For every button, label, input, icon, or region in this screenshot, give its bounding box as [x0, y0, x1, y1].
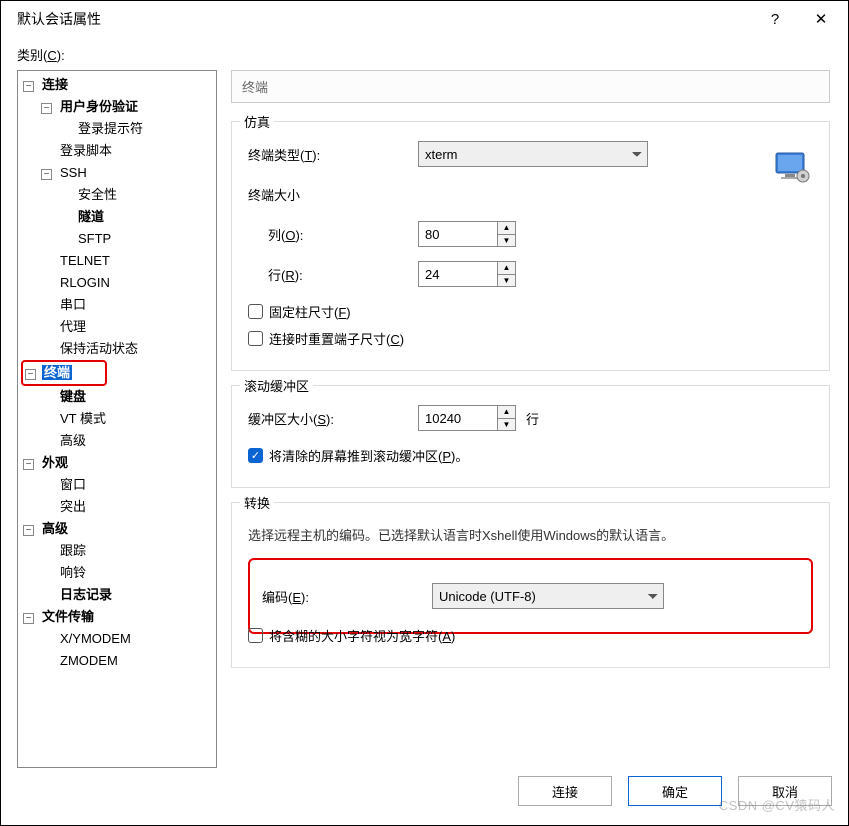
rows-input[interactable] [419, 262, 497, 286]
translate-group: 转换 选择远程主机的编码。已选择默认语言时Xshell使用Windows的默认语… [231, 502, 830, 668]
tree-bell[interactable]: 响铃 [58, 565, 88, 580]
collapse-icon[interactable]: − [23, 613, 34, 624]
ambiguous-width-checkbox[interactable] [248, 628, 263, 643]
tree-appearance[interactable]: 外观 [40, 455, 70, 470]
spin-down-icon[interactable]: ▼ [498, 235, 515, 247]
scrollback-title: 滚动缓冲区 [240, 376, 313, 395]
fixed-columns-checkbox[interactable] [248, 304, 263, 319]
tree-proxy[interactable]: 代理 [58, 319, 88, 334]
reset-on-connect-checkbox[interactable] [248, 331, 263, 346]
reset-on-connect-label: 连接时重置端子尺寸(C) [269, 329, 404, 348]
tree-serial[interactable]: 串口 [58, 297, 88, 312]
buffer-size-spinner[interactable]: ▲▼ [418, 405, 516, 431]
translate-desc: 选择远程主机的编码。已选择默认语言时Xshell使用Windows的默认语言。 [248, 525, 813, 544]
buffer-size-label: 缓冲区大小(S): [248, 409, 418, 428]
collapse-icon[interactable]: − [23, 459, 34, 470]
tree-keepalive[interactable]: 保持活动状态 [58, 341, 140, 356]
terminal-size-label: 终端大小 [248, 185, 418, 204]
dialog-title: 默认会话属性 [17, 9, 752, 29]
tree-advanced[interactable]: 高级 [40, 521, 70, 536]
watermark: CSDN @CV猿码人 [719, 795, 835, 814]
tree-file-transfer[interactable]: 文件传输 [40, 609, 96, 624]
columns-spinner[interactable]: ▲▼ [418, 221, 516, 247]
tree-keyboard[interactable]: 键盘 [58, 389, 88, 404]
tree-connection: −连接 −用户身份验证 登录提示符 登录脚本 −SSH 安全性 隧道 SFTP [23, 74, 213, 360]
settings-panel: 终端 仿真 终端类型(T): xterm 终端大小 列( [231, 70, 832, 768]
buffer-size-input[interactable] [419, 406, 497, 430]
spin-up-icon[interactable]: ▲ [498, 222, 515, 235]
tree-sftp[interactable]: SFTP [76, 231, 113, 246]
tree-tunnel[interactable]: 隧道 [76, 209, 106, 224]
scrollback-group: 滚动缓冲区 缓冲区大小(S): ▲▼ 行 ✓ 将清除的屏幕推到滚动缓冲区(P)。 [231, 385, 830, 488]
tree-ssh[interactable]: SSH [58, 165, 89, 180]
tree-rlogin[interactable]: RLOGIN [58, 275, 112, 290]
tree-highlight[interactable]: 突出 [58, 499, 88, 514]
help-button[interactable]: ? [752, 1, 798, 37]
ok-button[interactable]: 确定 [628, 776, 722, 806]
tree-zmodem[interactable]: ZMODEM [58, 653, 120, 668]
spin-up-icon[interactable]: ▲ [498, 262, 515, 275]
connect-button[interactable]: 连接 [518, 776, 612, 806]
spin-down-icon[interactable]: ▼ [498, 275, 515, 287]
tree-login-prompt[interactable]: 登录提示符 [76, 121, 145, 136]
tree-tracking[interactable]: 跟踪 [58, 543, 88, 558]
dialog-buttons: 连接 确定 取消 [17, 768, 832, 806]
collapse-icon[interactable]: − [41, 103, 52, 114]
category-tree-panel[interactable]: −连接 −用户身份验证 登录提示符 登录脚本 −SSH 安全性 隧道 SFTP [17, 70, 217, 768]
columns-input[interactable] [419, 222, 497, 246]
tree-vtmode[interactable]: VT 模式 [58, 411, 108, 426]
term-type-select[interactable]: xterm [418, 141, 648, 167]
tree-xymodem[interactable]: X/YMODEM [58, 631, 133, 646]
collapse-icon[interactable]: − [41, 169, 52, 180]
titlebar: 默认会话属性 ? ✕ [1, 1, 848, 37]
ambiguous-width-label: 将含糊的大小字符视为宽字符(A) [269, 626, 455, 645]
tree-login-script[interactable]: 登录脚本 [58, 143, 114, 158]
tree-security[interactable]: 安全性 [76, 187, 119, 202]
simulation-group: 仿真 终端类型(T): xterm 终端大小 列(O): [231, 121, 830, 371]
tree-telnet[interactable]: TELNET [58, 253, 112, 268]
rows-spinner[interactable]: ▲▼ [418, 261, 516, 287]
rows-label: 行(R): [248, 265, 418, 284]
tree-auth[interactable]: 用户身份验证 [58, 99, 140, 114]
translate-title: 转换 [240, 493, 274, 512]
collapse-icon[interactable]: − [23, 525, 34, 536]
terminal-config-icon [775, 152, 811, 184]
collapse-icon[interactable]: − [23, 81, 34, 92]
collapse-icon[interactable]: − [25, 369, 36, 380]
spin-up-icon[interactable]: ▲ [498, 406, 515, 419]
simulation-title: 仿真 [240, 112, 274, 131]
encoding-select[interactable]: Unicode (UTF-8) [432, 583, 664, 609]
spin-down-icon[interactable]: ▼ [498, 419, 515, 431]
tree-advanced-terminal[interactable]: 高级 [58, 433, 88, 448]
push-cleared-label: 将清除的屏幕推到滚动缓冲区(P)。 [269, 446, 468, 465]
category-label: 类别(C): [17, 45, 832, 64]
buffer-unit: 行 [526, 409, 539, 428]
push-cleared-checkbox[interactable]: ✓ [248, 448, 263, 463]
tree-window[interactable]: 窗口 [58, 477, 88, 492]
page-title: 终端 [231, 70, 830, 103]
columns-label: 列(O): [248, 225, 418, 244]
close-button[interactable]: ✕ [798, 1, 844, 37]
tree-terminal[interactable]: 终端 [42, 365, 72, 380]
fixed-columns-label: 固定柱尺寸(F) [269, 302, 351, 321]
tree-logging[interactable]: 日志记录 [58, 587, 114, 602]
term-type-label: 终端类型(T): [248, 145, 418, 164]
encoding-label: 编码(E): [262, 587, 432, 606]
